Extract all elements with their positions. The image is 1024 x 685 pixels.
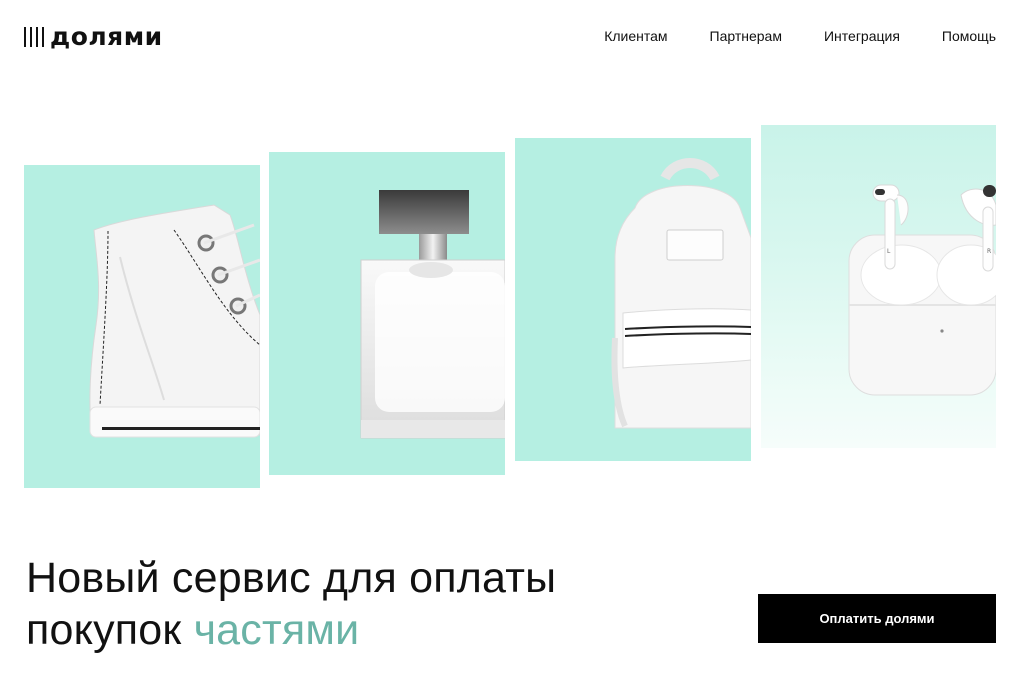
nav-link-clients[interactable]: Клиентам — [604, 27, 667, 45]
backpack-icon — [611, 158, 751, 429]
hero-headline-accent: частями — [193, 606, 360, 654]
nav-link-integration[interactable]: Интеграция — [824, 27, 900, 45]
nav-link-partners[interactable]: Партнерам — [710, 27, 782, 45]
svg-text:R: R — [987, 248, 991, 255]
nav-link-help[interactable]: Помощь — [942, 27, 996, 45]
perfume-bottle-icon — [360, 190, 505, 439]
pay-in-parts-button[interactable]: Оплатить долями — [758, 594, 996, 643]
dolyami-logo[interactable]: долями — [24, 24, 163, 50]
sneaker-icon — [89, 204, 260, 438]
earbuds-case-icon: L R — [848, 184, 996, 396]
product-card-earbuds: L R — [761, 125, 996, 448]
product-card-sneaker — [24, 165, 260, 488]
main-nav: Клиентам Партнерам Интеграция Помощь — [604, 27, 996, 45]
hero-headline: Новый сервис для оплаты покупок частями — [26, 552, 556, 656]
hero-headline-line-2: покупок частями — [26, 604, 556, 656]
logo-bars-icon — [24, 27, 44, 47]
hero-headline-line-1: Новый сервис для оплаты — [26, 554, 557, 602]
product-card-perfume — [269, 152, 505, 475]
site-header: долями Клиентам Партнерам Интеграция Пом… — [0, 0, 1024, 72]
logo-text: долями — [50, 22, 163, 51]
product-card-backpack — [515, 138, 751, 461]
hero-headline-prefix: покупок — [26, 606, 194, 654]
